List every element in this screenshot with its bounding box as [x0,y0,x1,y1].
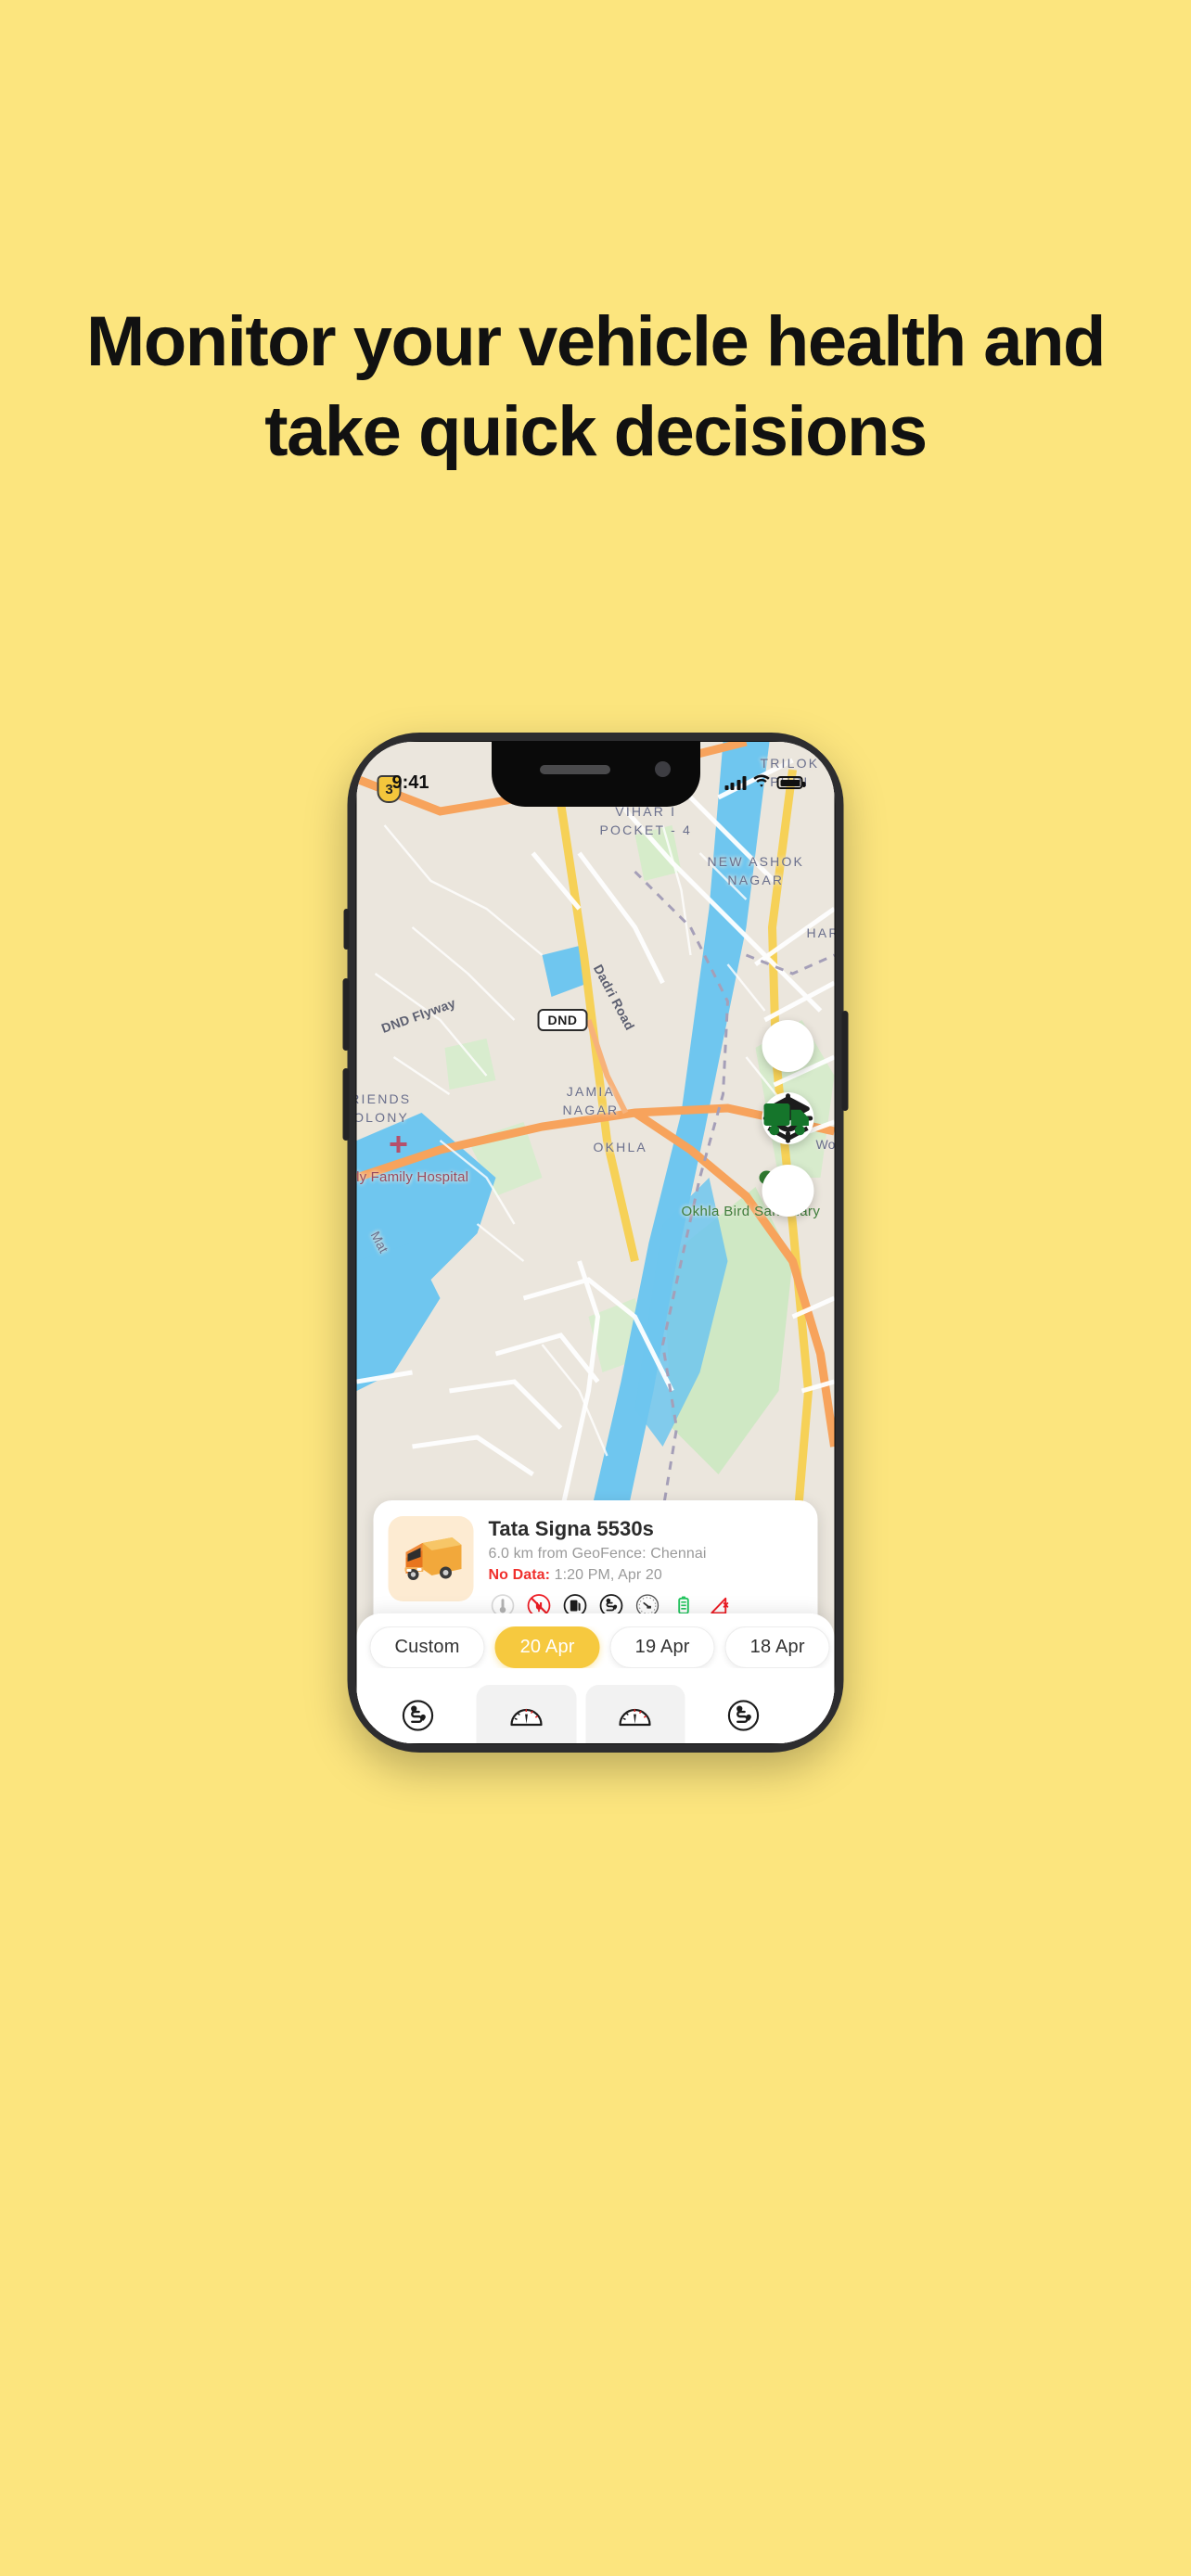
playback-route-icon [372,1698,464,1733]
phone-mockup: TRILOK PURI MAYUR VIHAR I POCKET - 4 NEW… [342,733,849,1753]
page-title: Monitor your vehicle health and take qui… [86,302,1106,472]
map-label-holy-family-hospital: Holy Family Hospital [356,1169,469,1185]
front-camera [654,761,671,777]
dnd-road-badge: DND [537,1009,588,1031]
status-badge: No Data: [488,1567,551,1584]
map-label-trilok-puri: TRILOK PURI [760,756,820,789]
phone-notch [491,742,700,807]
map-label-okhla: OKHLA [593,1140,647,1154]
highway-shield-3: 3 [377,775,402,803]
stat-value: 2000KM [372,1741,464,1743]
date-tab-custom[interactable]: Custom [369,1626,485,1668]
map-label-harola: HAROLA [806,925,835,940]
volume-up-button[interactable] [342,978,350,1051]
map-label-friends-colony: FRIENDS COLONY [356,1091,412,1125]
map-label-jamia-nagar: JAMIA NAGAR [562,1084,620,1117]
map-controls [762,1020,814,1217]
date-tab-18-apr[interactable]: 18 Apr [724,1626,830,1668]
playback-route-icon [698,1698,789,1733]
earpiece-speaker [539,765,610,774]
status-timestamp: 1:20 PM, Apr 20 [554,1567,662,1584]
vehicle-details: Tata Signa 5530s 6.0 km from GeoFence: C… [489,1516,803,1628]
stat-value: 2000KM [698,1741,789,1743]
bottom-sheet: Custom 20 Apr 19 Apr 18 Apr [356,1613,835,1743]
stat-value: 2000KM [589,1741,681,1743]
date-tabs: Custom 20 Apr 19 Apr 18 Apr [357,1626,835,1668]
date-tab-19-apr[interactable]: 19 Apr [609,1626,715,1668]
power-button[interactable] [841,1011,849,1111]
truck-thumbnail-icon [388,1516,474,1601]
hospital-cross-icon [390,1136,407,1153]
stat-tile-avg-speed[interactable]: 2000KM Avg. Speed [476,1685,576,1743]
vehicle-geofence-distance: 6.0 km from GeoFence: Chennai [488,1546,707,1562]
truck-icon[interactable] [762,1103,814,1217]
stat-tile-playback[interactable]: 2000KM Playback [367,1685,467,1743]
vehicle-status: No Data: 1:20 PM, Apr 20 [489,1567,803,1584]
date-tab-20-apr[interactable]: 20 Apr [494,1626,600,1668]
stat-tile-overspd-km[interactable]: 2000KM Overspd KM [694,1685,794,1743]
mute-switch[interactable] [343,909,350,950]
speedometer-icon [480,1698,572,1733]
stat-value: 2000KM [480,1741,572,1743]
phone-screen: TRILOK PURI MAYUR VIHAR I POCKET - 4 NEW… [356,742,835,1743]
map-label-new-ashok-nagar: NEW ASHOK NAGAR [707,854,805,887]
stat-tile-max-speed[interactable]: 2000KM Max Speed [585,1685,685,1743]
map-label-worlds: Worlds [815,1137,835,1152]
volume-down-button[interactable] [342,1068,350,1141]
speedometer-icon [589,1698,681,1733]
vehicle-title: Tata Signa 5530s [488,1517,655,1540]
stats-grid-wrapper: 2000KM Playback 2000KM [357,1668,835,1743]
stats-grid: 2000KM Playback 2000KM [367,1685,824,1743]
